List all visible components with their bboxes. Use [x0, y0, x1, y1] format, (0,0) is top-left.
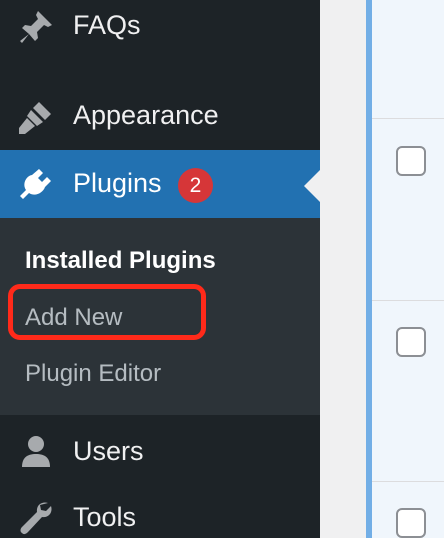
sidebar-item-tools[interactable]: Tools	[0, 492, 320, 538]
plug-icon	[17, 165, 55, 203]
wrench-icon	[17, 498, 55, 536]
row-select-checkbox[interactable]	[396, 146, 426, 176]
sidebar-item-appearance[interactable]: Appearance	[0, 88, 320, 146]
update-count-badge: 2	[178, 168, 213, 203]
pin-icon	[17, 8, 55, 46]
submenu-item-plugin-editor[interactable]: Plugin Editor	[25, 360, 161, 388]
submenu-item-installed-plugins[interactable]: Installed Plugins	[25, 247, 216, 275]
wp-admin-frame: FAQs Appearance Plugins 2 Installed Plug…	[0, 0, 444, 538]
row-select-checkbox[interactable]	[396, 508, 426, 538]
table-row	[372, 119, 444, 301]
sidebar-item-label: Appearance	[73, 100, 219, 130]
sidebar-item-label: FAQs	[73, 10, 141, 40]
sidebar-item-users[interactable]: Users	[0, 425, 320, 477]
table-row	[372, 0, 444, 119]
paintbrush-icon	[17, 98, 55, 136]
table-row	[372, 301, 444, 482]
sidebar-item-plugins[interactable]: Plugins	[0, 150, 320, 218]
sidebar-item-label: Tools	[73, 502, 137, 532]
active-menu-arrow	[304, 170, 320, 202]
row-select-checkbox[interactable]	[396, 327, 426, 357]
admin-sidebar: FAQs Appearance Plugins 2 Installed Plug…	[0, 0, 320, 538]
sidebar-item-faqs[interactable]: FAQs	[0, 0, 320, 52]
table-row	[372, 482, 444, 538]
plugin-list-area	[320, 0, 444, 538]
add-new-highlight-outline	[8, 284, 206, 340]
user-icon	[17, 432, 55, 470]
sidebar-item-label: Users	[73, 436, 144, 466]
sidebar-item-label: Plugins	[73, 168, 162, 198]
